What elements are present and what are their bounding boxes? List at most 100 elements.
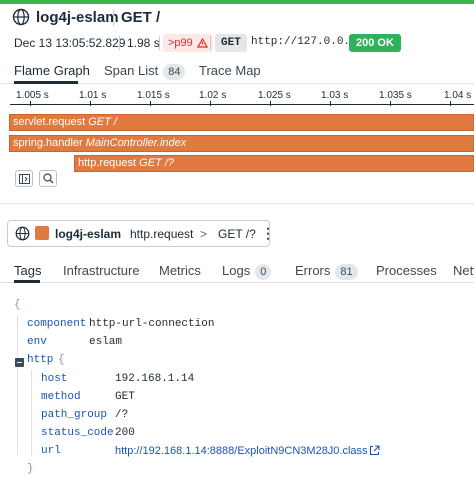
axis-tick [210, 101, 211, 106]
tab-processes[interactable]: Processes [376, 263, 437, 278]
span-name: servlet.request [13, 116, 86, 128]
span-name: spring.handler [13, 137, 83, 149]
tag-key-path-group: path_group [41, 409, 108, 421]
zoom-icon [42, 173, 53, 184]
meta-divider [210, 36, 211, 50]
axis-tick [150, 101, 151, 106]
external-link-icon[interactable] [369, 445, 380, 456]
service-name[interactable]: log4j-eslam [36, 9, 119, 26]
trace-header: log4j-eslam GET / [0, 8, 474, 30]
tab-tags[interactable]: Tags [14, 263, 41, 278]
logs-count-badge: 0 [255, 264, 272, 280]
header-divider [113, 9, 114, 26]
trace-duration: 1.98 s [127, 36, 160, 50]
tab-flame-graph[interactable]: Flame Graph [14, 63, 90, 78]
globe-icon [12, 8, 30, 26]
span-count-badge: 84 [163, 64, 186, 80]
tick-label: 1.01 s [79, 90, 107, 101]
tick-label: 1.015 s [137, 90, 170, 101]
span-resource: MainController.index [85, 137, 187, 149]
http-open-brace: { [58, 354, 65, 366]
axis-line [10, 104, 474, 105]
view-tabs: Flame Graph Span List 84 Trace Map [0, 60, 474, 84]
tab-logs-label: Logs [222, 263, 251, 278]
breadcrumb-operation: http.request [130, 227, 194, 241]
axis-tick [270, 101, 271, 106]
tag-value-env[interactable]: eslam [89, 336, 122, 348]
tag-value-host[interactable]: 192.168.1.14 [115, 373, 194, 385]
http-method-badge: GET [215, 34, 247, 52]
tag-key-host: host [41, 373, 68, 385]
tag-key-url: url [41, 445, 61, 457]
globe-icon [15, 226, 30, 241]
expand-panel-icon [18, 173, 30, 184]
percentile-badge[interactable]: >p99 [163, 34, 213, 52]
tag-value-component[interactable]: http-url-connection [89, 318, 214, 330]
active-tab-indicator [14, 81, 78, 84]
span-detail-tabs: Tags Infrastructure Metrics Logs 0 Errors… [0, 259, 474, 283]
axis-tick [330, 101, 331, 106]
tick-label: 1.02 s [199, 90, 227, 101]
tab-errors[interactable]: Errors 81 [295, 263, 358, 280]
span-resource: GET / [88, 116, 117, 128]
warning-triangle-icon [196, 38, 208, 48]
tag-value-url-link[interactable]: http://192.168.1.14:8888/ExploitN9CN3M28… [115, 445, 368, 457]
percentile-label: >p99 [168, 37, 193, 49]
tick-label: 1.005 s [16, 90, 49, 101]
tab-logs[interactable]: Logs 0 [222, 263, 272, 280]
span-servlet-request[interactable]: servlet.request GET / [9, 114, 474, 131]
http-close-brace: } [27, 463, 34, 475]
tab-metrics[interactable]: Metrics [159, 263, 201, 278]
service-color-swatch [35, 226, 49, 240]
tag-key-component: component [27, 318, 87, 330]
tick-label: 1.03 s [321, 90, 349, 101]
tag-value-status-code[interactable]: 200 [115, 427, 135, 439]
breadcrumb-resource: GET /? [218, 227, 256, 241]
span-name: http.request [78, 157, 137, 169]
span-resource: GET /? [139, 157, 174, 169]
kebab-menu-icon[interactable]: ⋮ [261, 225, 275, 242]
tick-label: 1.025 s [258, 90, 291, 101]
tab-infrastructure[interactable]: Infrastructure [63, 263, 140, 278]
collapse-icon[interactable] [15, 358, 24, 367]
tag-value-method[interactable]: GET [115, 391, 135, 403]
breadcrumb-service[interactable]: log4j-eslam [55, 227, 121, 241]
span-http-request[interactable]: http.request GET /? [74, 155, 474, 172]
tab-network[interactable]: Netw [453, 263, 474, 278]
tab-span-list-label: Span List [104, 63, 159, 78]
chevron-right-icon: > [200, 227, 208, 241]
indent-guide [31, 370, 32, 456]
time-axis: 1.005 s 1.01 s 1.015 s 1.02 s 1.025 s 1.… [10, 88, 474, 110]
tab-trace-map[interactable]: Trace Map [199, 63, 261, 78]
indent-guide [17, 315, 18, 455]
errors-count-badge: 81 [335, 264, 358, 280]
status-badge: 200 OK [349, 34, 401, 52]
meta-divider [119, 36, 120, 50]
resource-name: GET / [121, 9, 161, 26]
zoom-button[interactable] [39, 170, 57, 187]
tag-key-env: env [27, 336, 47, 348]
tab-span-list[interactable]: Span List 84 [104, 63, 186, 80]
section-divider [0, 203, 474, 204]
tags-json-tree: { component http-url-connection env esla… [0, 295, 474, 482]
tag-key-http[interactable]: http [27, 354, 53, 366]
axis-tick [450, 101, 451, 106]
meta-divider [159, 36, 160, 50]
span-breadcrumb: log4j-eslam http.request > GET /? ⋮ [7, 220, 275, 247]
tab-errors-label: Errors [295, 263, 331, 278]
span-spring-handler[interactable]: spring.handler MainController.index [9, 135, 474, 152]
tick-label: 1.04 s [444, 90, 472, 101]
tag-key-status-code: status_code [41, 427, 114, 439]
axis-tick [90, 101, 91, 106]
tick-label: 1.035 s [379, 90, 412, 101]
axis-tick [390, 101, 391, 106]
trace-date: Dec 13 13:05:52.829 [14, 36, 126, 50]
trace-meta: Dec 13 13:05:52.829 1.98 s >p99 GET http… [0, 33, 474, 53]
axis-tick [30, 101, 31, 106]
top-accent-bar [0, 0, 474, 4]
tag-key-method: method [41, 391, 81, 403]
expand-panel-button[interactable] [15, 170, 33, 187]
tag-value-path-group[interactable]: /? [115, 409, 128, 421]
open-brace: { [14, 299, 21, 311]
active-tab-indicator [14, 280, 40, 283]
